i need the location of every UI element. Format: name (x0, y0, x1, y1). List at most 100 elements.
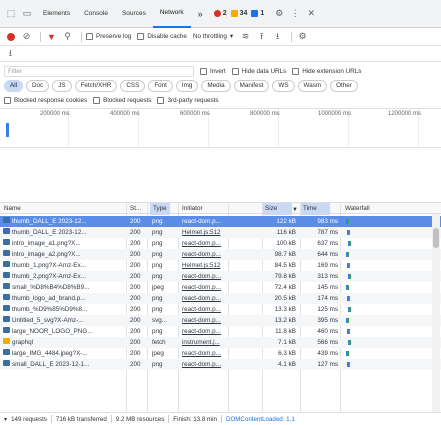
type-filter-font[interactable]: Font (148, 80, 173, 92)
import-har-icon[interactable]: ⭱ (255, 30, 268, 43)
cell-type: png (152, 273, 163, 280)
cell-initiator[interactable]: Helmet.js:512 (182, 227, 227, 238)
toolbar-divider (40, 31, 41, 42)
table-row[interactable]: thumb_2.png?X-Amz-Ex... 200 png react-dom.p… (0, 271, 441, 282)
cell-type: fetch (152, 339, 166, 346)
hide-extension-urls-checkbox[interactable]: Hide extension URLs (292, 67, 361, 75)
cell-initiator[interactable]: react-dom.p... (182, 359, 227, 370)
blocked-response-cookies-checkbox[interactable]: Blocked response cookies (4, 96, 87, 104)
table-row[interactable]: Untitled_5_svg?X-Amz-... 200 svg... react-d… (0, 315, 441, 326)
blocked-requests-checkbox[interactable]: Blocked requests (93, 96, 151, 104)
cell-initiator[interactable]: react-dom.p... (182, 271, 227, 282)
more-tabs-chevron[interactable]: » (191, 0, 210, 28)
cell-name: large_IMG_4484.jpeg?X-... (12, 350, 88, 357)
invert-checkbox[interactable]: Invert (200, 67, 226, 75)
waterfall-bar-download (350, 307, 351, 312)
cell-initiator[interactable]: react-dom.p... (182, 315, 227, 326)
cell-initiator[interactable]: react-dom.p... (182, 304, 227, 315)
close-devtools-icon[interactable]: ✕ (304, 7, 318, 21)
cell-time: 983 ms (317, 218, 338, 225)
table-row[interactable]: small_DALL_E 2023-12-1... 200 png react-dom… (0, 359, 441, 370)
disable-cache-checkbox[interactable]: Disable cache (137, 33, 187, 40)
cell-initiator[interactable]: react-dom.p... (182, 293, 227, 304)
network-overview-timeline[interactable]: 200000 ms 400000 ms 600000 ms 800000 ms … (0, 108, 441, 149)
throttling-select[interactable]: No throttling ▾ (193, 33, 233, 40)
table-row[interactable]: thumb_1.png?X-Amz-Ex... 200 png Helmet.js:5… (0, 260, 441, 271)
network-conditions-icon[interactable]: ≋ (239, 30, 252, 43)
tab-network[interactable]: Network (152, 0, 191, 28)
filter-funnel-icon[interactable]: ▼ (45, 30, 58, 43)
table-row[interactable]: graphql 200 fetch instrument.j... 7.1 kB 566 … (0, 337, 441, 348)
cell-initiator[interactable]: react-dom.p... (182, 216, 227, 227)
device-toolbar-icon[interactable]: ▭ (20, 7, 34, 21)
tab-elements[interactable]: Elements (36, 0, 77, 28)
table-row[interactable]: thumb_DALL_E 2023-12... 200 png react-dom.p… (0, 216, 441, 227)
type-filter-img[interactable]: Img (175, 80, 199, 92)
table-row[interactable]: large_IMG_4484.jpeg?X-... 200 jpeg react-do… (0, 348, 441, 359)
scrollbar-thumb[interactable] (433, 228, 439, 248)
type-filter-doc[interactable]: Doc (26, 80, 50, 92)
cell-type: png (152, 306, 163, 313)
chevron-down-icon[interactable]: ▾ (4, 416, 7, 423)
overview-tick: 800000 ms (250, 111, 280, 117)
record-icon[interactable] (4, 30, 17, 43)
cell-size: 100 kB (276, 240, 296, 247)
cell-initiator[interactable]: react-dom.p... (182, 282, 227, 293)
cell-status: 200 (130, 262, 141, 269)
settings-gear-icon[interactable]: ⚙ (272, 7, 286, 21)
info-count-badge[interactable]: 1 (251, 10, 264, 17)
tab-sources[interactable]: Sources (115, 0, 153, 28)
cell-time: 127 ms (317, 361, 338, 368)
inspect-element-icon[interactable]: ⬚ (4, 7, 18, 21)
type-filter-css[interactable]: CSS (120, 80, 146, 92)
type-filter-js[interactable]: JS (52, 80, 72, 92)
table-row[interactable]: intro_image_a1.png?X... 200 png react-dom.p… (0, 238, 441, 249)
type-filter-wasm[interactable]: Wasm (297, 80, 328, 92)
warning-count-badge[interactable]: 34 (230, 10, 247, 17)
waterfall-bar-download (350, 274, 351, 279)
network-settings-gear-icon[interactable]: ⚙ (296, 30, 309, 43)
tab-console[interactable]: Console (77, 0, 115, 28)
table-row[interactable]: thumb_%D9%85%D9%8... 200 png react-dom.p...… (0, 304, 441, 315)
table-row[interactable]: large_NOOR_LOGO_PNG... 200 png react-dom.p.… (0, 326, 441, 337)
preserve-log-checkbox[interactable]: Preserve log (86, 33, 131, 40)
cell-initiator[interactable]: Helmet.js:512 (182, 260, 227, 271)
type-filter-all[interactable]: All (4, 80, 23, 92)
cell-name: small_%D8%B4%D8%B9... (12, 284, 90, 291)
error-count-badge[interactable]: 2 (213, 10, 227, 17)
cell-initiator[interactable]: react-dom.p... (182, 249, 227, 260)
image-file-icon (3, 249, 11, 260)
more-options-icon[interactable]: ⋮ (288, 7, 302, 21)
waterfall-bar-download (349, 263, 350, 268)
cell-time: 395 ms (317, 317, 338, 324)
type-filter-fetch[interactable]: Fetch/XHR (74, 80, 118, 92)
type-filter-ws[interactable]: WS (272, 80, 295, 92)
cell-status: 200 (130, 361, 141, 368)
image-file-icon (3, 326, 11, 337)
cell-time: 566 ms (317, 339, 338, 346)
filter-input[interactable]: Filter (4, 65, 194, 77)
clear-icon[interactable]: ⊘ (20, 30, 33, 43)
export-har-icon[interactable]: ⭳ (271, 30, 284, 43)
cell-initiator[interactable]: react-dom.p... (182, 238, 227, 249)
table-row[interactable]: intro_image_a2.png?X... 200 png react-dom.p… (0, 249, 441, 260)
download-icon[interactable]: ⭳ (4, 47, 17, 60)
table-row[interactable]: thumb_DALL_E 2023-12... 200 png Helmet.js:5… (0, 227, 441, 238)
cell-type: png (152, 229, 163, 236)
toolbar-row-2: ⭳ (0, 46, 441, 62)
type-filter-media[interactable]: Media (201, 80, 231, 92)
search-icon[interactable]: ⚲ (61, 30, 74, 43)
table-row[interactable]: small_%D8%B4%D8%B9... 200 jpeg react-dom.p.… (0, 282, 441, 293)
cell-initiator[interactable]: instrument.j... (182, 337, 227, 348)
cell-initiator[interactable]: react-dom.p... (182, 326, 227, 337)
type-filter-manifest[interactable]: Manifest (233, 80, 270, 92)
table-row[interactable]: thumb_logo_ad_brand.p... 200 png react-dom.… (0, 293, 441, 304)
hide-data-urls-checkbox[interactable]: Hide data URLs (231, 67, 286, 75)
third-party-requests-checkbox[interactable]: 3rd-party requests (157, 96, 219, 104)
cell-initiator[interactable]: react-dom.p... (182, 348, 227, 359)
cell-size: 6.3 kB (278, 350, 296, 357)
type-filter-other[interactable]: Other (330, 80, 358, 92)
image-file-icon (3, 304, 11, 315)
table-scrollbar[interactable] (432, 214, 440, 412)
overview-tick: 400000 ms (110, 111, 140, 117)
